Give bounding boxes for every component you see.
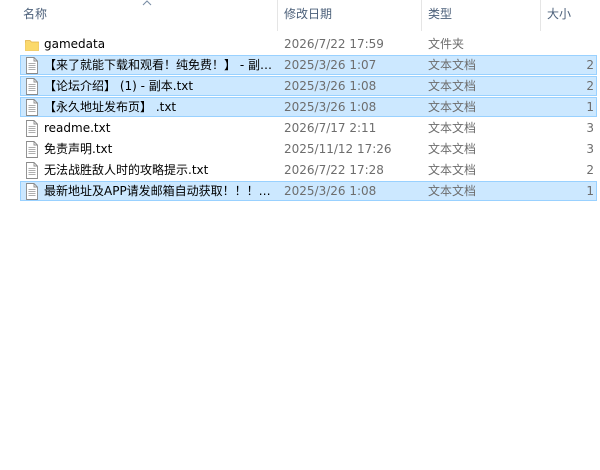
- file-name: 免责声明.txt: [44, 142, 113, 156]
- file-explorer-list: 名称 修改日期 类型 大小 gamedata 2026/7/22 17:59 文…: [0, 0, 600, 470]
- column-header-size[interactable]: 大小: [541, 0, 600, 31]
- file-type: 文本文档: [428, 121, 477, 135]
- file-date-modified: 2025/3/26 1:08: [284, 184, 377, 198]
- file-date-modified: 2026/7/17 2:11: [284, 121, 377, 135]
- column-header-date-modified[interactable]: 修改日期: [278, 0, 421, 31]
- file-type: 文件夹: [428, 37, 465, 51]
- file-type: 文本文档: [428, 79, 477, 93]
- text-file-icon: [25, 78, 39, 95]
- file-size: [541, 35, 594, 54]
- text-file-icon: [25, 141, 39, 158]
- file-name: 【来了就能下载和观看！纯免费！】 - 副…: [44, 58, 272, 72]
- file-type: 文本文档: [428, 58, 477, 72]
- file-size: 3: [586, 142, 594, 156]
- text-file-icon: [25, 183, 39, 200]
- column-header-type[interactable]: 类型: [422, 0, 540, 31]
- file-size: 2: [586, 58, 594, 72]
- file-type: 文本文档: [428, 142, 477, 156]
- file-size: 2: [586, 163, 594, 177]
- column-header: 名称 修改日期 类型 大小: [0, 0, 600, 31]
- file-type: 文本文档: [428, 163, 477, 177]
- file-date-modified: 2025/11/12 17:26: [284, 142, 392, 156]
- text-file-icon: [25, 57, 39, 74]
- text-file-icon: [25, 120, 39, 137]
- file-date-modified: 2025/3/26 1:08: [284, 79, 377, 93]
- file-name: 【论坛介绍】 (1) - 副本.txt: [44, 79, 194, 93]
- file-type: 文本文档: [428, 184, 477, 198]
- file-row[interactable]: 免责声明.txt 2025/11/12 17:26 文本文档 3: [20, 139, 597, 159]
- file-row[interactable]: gamedata 2026/7/22 17:59 文件夹: [20, 34, 597, 54]
- text-file-icon: [25, 162, 39, 179]
- file-row[interactable]: 【论坛介绍】 (1) - 副本.txt 2025/3/26 1:08 文本文档 …: [20, 76, 597, 96]
- file-date-modified: 2025/3/26 1:07: [284, 58, 377, 72]
- file-size: 1: [586, 184, 594, 198]
- column-header-name[interactable]: 名称: [17, 0, 277, 31]
- file-row[interactable]: 无法战胜敌人时的攻略提示.txt 2026/7/22 17:28 文本文档 2: [20, 160, 597, 180]
- file-name: gamedata: [44, 37, 106, 51]
- file-size: 2: [586, 79, 594, 93]
- file-name: 无法战胜敌人时的攻略提示.txt: [44, 163, 209, 177]
- file-date-modified: 2026/7/22 17:28: [284, 163, 384, 177]
- text-file-icon: [25, 99, 39, 116]
- file-date-modified: 2026/7/22 17:59: [284, 37, 384, 51]
- file-row[interactable]: readme.txt 2026/7/17 2:11 文本文档 3: [20, 118, 597, 138]
- file-date-modified: 2025/3/26 1:08: [284, 100, 377, 114]
- file-row[interactable]: 【来了就能下载和观看！纯免费！】 - 副… 2025/3/26 1:07 文本文…: [20, 55, 597, 75]
- file-size: 3: [586, 121, 594, 135]
- file-type: 文本文档: [428, 100, 477, 114]
- folder-icon: [25, 36, 39, 53]
- file-row[interactable]: 【永久地址发布页】 .txt 2025/3/26 1:08 文本文档 1: [20, 97, 597, 117]
- file-name: 【永久地址发布页】 .txt: [44, 100, 177, 114]
- file-size: 1: [586, 100, 594, 114]
- file-name: 最新地址及APP请发邮箱自动获取！！！…: [44, 184, 271, 198]
- file-name: readme.txt: [44, 121, 111, 135]
- file-row[interactable]: 最新地址及APP请发邮箱自动获取！！！… 2025/3/26 1:08 文本文档…: [20, 181, 597, 201]
